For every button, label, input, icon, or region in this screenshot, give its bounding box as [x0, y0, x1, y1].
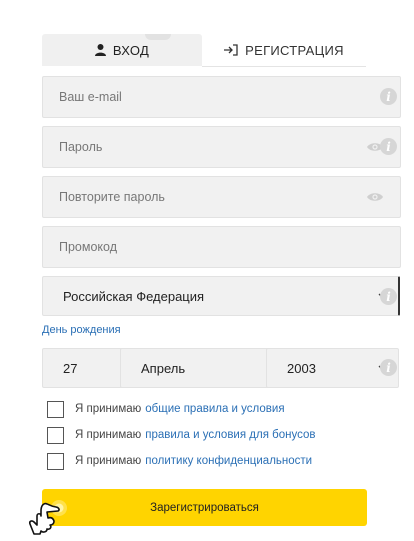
tab-login[interactable]: ВХОД [42, 34, 202, 66]
bonus-terms-link[interactable]: правила и условия для бонусов [145, 429, 315, 441]
checkbox-prefix: Я принимаю [75, 403, 142, 415]
repeat-password-placeholder: Повторите пароль [59, 190, 165, 204]
info-icon[interactable]: i [380, 359, 397, 376]
email-field[interactable]: Ваш e-mail [42, 76, 401, 118]
checkbox-row-bonus-terms: Я принимаю правила и условия для бонусов [47, 426, 315, 444]
tab-register[interactable]: РЕГИСТРАЦИЯ [202, 34, 366, 67]
info-icon[interactable]: i [380, 288, 397, 305]
eye-icon[interactable] [366, 191, 384, 203]
country-select[interactable]: Российская Федерация [42, 276, 400, 316]
tab-login-label: ВХОД [112, 42, 150, 58]
hand-pointer-icon [26, 494, 70, 536]
privacy-policy-link[interactable]: политику конфиденциальности [145, 455, 312, 467]
privacy-policy-checkbox[interactable] [47, 452, 64, 470]
promo-code-field[interactable]: Промокод [42, 226, 401, 268]
tab-notch [145, 34, 171, 40]
general-terms-checkbox[interactable] [47, 400, 64, 418]
tab-register-label: РЕГИСТРАЦИЯ [245, 42, 344, 58]
password-field[interactable]: Пароль [42, 126, 401, 168]
checkbox-row-general-terms: Я принимаю общие правила и условия [47, 400, 285, 418]
birthday-day-value: 27 [63, 360, 78, 376]
password-placeholder: Пароль [59, 140, 103, 154]
info-icon[interactable]: i [380, 138, 397, 155]
repeat-password-field[interactable]: Повторите пароль [42, 176, 401, 218]
email-placeholder: Ваш e-mail [59, 90, 122, 104]
promo-placeholder: Промокод [59, 240, 118, 254]
checkbox-row-privacy-policy: Я принимаю политику конфиденциальности [47, 452, 312, 470]
user-icon [94, 44, 106, 56]
info-icon[interactable]: i [380, 88, 397, 105]
general-terms-link[interactable]: общие правила и условия [145, 403, 284, 415]
bonus-terms-checkbox[interactable] [47, 426, 64, 444]
sign-in-arrow-icon [224, 44, 238, 56]
country-value: Российская Федерация [63, 288, 205, 304]
checkbox-prefix: Я принимаю [75, 429, 142, 441]
checkbox-prefix: Я принимаю [75, 455, 142, 467]
register-submit-button[interactable]: Зарегистрироваться [42, 489, 367, 526]
birthday-month-value: Апрель [141, 360, 186, 376]
birthday-label: День рождения [42, 324, 121, 336]
birthday-year-value: 2003 [287, 360, 316, 376]
